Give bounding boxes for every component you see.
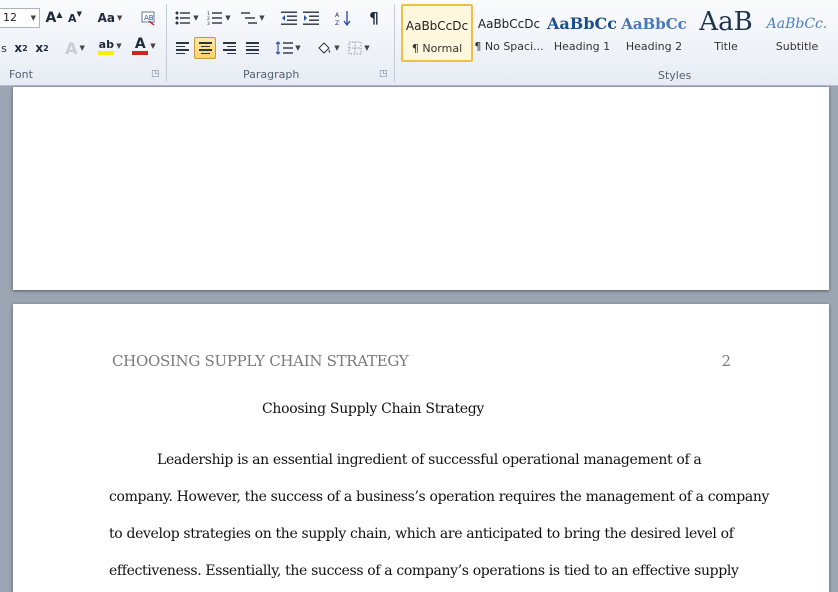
svg-text:A: A [335, 12, 340, 19]
sort-button[interactable]: A Z [333, 8, 353, 28]
multilevel-list-icon [241, 12, 258, 24]
style-sample: AaBbCc [621, 15, 687, 33]
justify-button[interactable] [242, 38, 262, 58]
font-group: 12 ▼ A ▲ A ▼ Aa ▼ AB s x2 x2 A ▼ ab ▼ A … [0, 0, 166, 84]
grow-font-button[interactable]: A ▲ [45, 8, 63, 28]
style-sample: AaBbCcDc [477, 17, 541, 31]
bullets-button[interactable]: ▼ [173, 8, 201, 28]
group-separator [394, 4, 395, 82]
text-effects-icon: A [65, 38, 78, 58]
running-head: CHOOSING SUPPLY CHAIN STRATEGY [112, 352, 409, 370]
decrease-indent-button[interactable] [279, 8, 299, 28]
align-center-button[interactable] [194, 37, 216, 59]
paragraph-line: effectiveness. Essentially, the success … [109, 563, 739, 579]
strikethrough-button[interactable]: s [0, 38, 8, 58]
bullets-icon [175, 11, 191, 25]
line-spacing-button[interactable]: ▼ [273, 38, 303, 58]
page-1-bottom[interactable] [13, 87, 829, 290]
align-left-button[interactable] [172, 38, 192, 58]
style-subtitle[interactable]: AaBbCc. Subtitle [761, 4, 833, 62]
shrink-font-icon: A [68, 11, 77, 25]
style-sample: AaBbCcDc [405, 19, 469, 33]
font-color-icon: A [132, 37, 149, 55]
subscript-button[interactable]: x2 [11, 38, 31, 58]
font-size-value: 12 [3, 11, 17, 24]
svg-text:AB: AB [144, 14, 154, 22]
superscript-icon: x [35, 41, 44, 55]
style-name: ¶ Normal [411, 42, 463, 55]
styles-gallery: AaBbCcDc ¶ Normal AaBbCcDc ¶ No Spaci...… [401, 4, 838, 64]
highlight-icon: ab [98, 38, 115, 55]
style-name: ¶ No Spaci... [474, 40, 544, 53]
clear-formatting-button[interactable]: AB [138, 8, 158, 28]
svg-text:3: 3 [207, 21, 210, 25]
style-name: Subtitle [775, 40, 819, 53]
ribbon: 12 ▼ A ▲ A ▼ Aa ▼ AB s x2 x2 A ▼ ab ▼ A … [0, 0, 838, 86]
subscript-icon: x [14, 41, 23, 55]
paragraph-line: Leadership is an essential ingredient of… [157, 452, 702, 468]
multilevel-list-button[interactable]: ▼ [239, 8, 267, 28]
document-title: Choosing Supply Chain Strategy [261, 401, 485, 417]
borders-icon [348, 41, 362, 55]
page-number: 2 [721, 352, 731, 370]
style-title[interactable]: AaB Title [690, 4, 762, 62]
align-right-button[interactable] [219, 38, 239, 58]
style-heading-2[interactable]: AaBbCc Heading 2 [618, 4, 690, 62]
style-sample: AaB [699, 7, 753, 37]
pilcrow-icon: ¶ [369, 9, 379, 27]
paragraph-dialog-launcher-icon[interactable]: ◳ [379, 69, 388, 79]
align-center-icon [198, 42, 212, 54]
borders-button[interactable]: ▼ [344, 38, 374, 58]
style-name: Heading 2 [625, 40, 683, 53]
text-effects-button[interactable]: A ▼ [62, 38, 88, 58]
paragraph-group: ▼ 1 2 3 ▼ ▼ A Z ¶ ▼ ▼ ▼ Paragraph ◳ [167, 0, 394, 84]
decrease-indent-icon [281, 11, 297, 25]
font-dialog-launcher-icon[interactable]: ◳ [151, 69, 160, 79]
style-name: Heading 1 [553, 40, 611, 53]
style-normal[interactable]: AaBbCcDc ¶ Normal [401, 4, 473, 62]
svg-text:Z: Z [335, 20, 339, 26]
chevron-down-icon: ▼ [30, 14, 36, 22]
strikethrough-icon: s [1, 41, 7, 55]
numbering-icon: 1 2 3 [207, 11, 223, 25]
grow-font-icon: A [45, 10, 57, 26]
align-left-icon [175, 42, 189, 54]
page-2[interactable]: CHOOSING SUPPLY CHAIN STRATEGY 2 Choosin… [13, 304, 829, 592]
change-case-button[interactable]: Aa ▼ [96, 8, 124, 28]
sort-icon: A Z [335, 11, 351, 26]
style-no-spacing[interactable]: AaBbCcDc ¶ No Spaci... [473, 4, 545, 62]
paint-bucket-icon [318, 42, 331, 54]
styles-group-label: Styles [658, 69, 692, 82]
font-group-label: Font [9, 68, 33, 81]
style-sample: AaBbCc [547, 14, 617, 33]
font-size-box[interactable]: 12 ▼ [0, 8, 40, 28]
style-name: Title [714, 40, 738, 53]
line-spacing-icon [275, 41, 294, 55]
paragraph-group-label: Paragraph [243, 68, 300, 81]
highlight-button[interactable]: ab ▼ [94, 36, 126, 56]
show-formatting-marks-button[interactable]: ¶ [365, 8, 383, 28]
shrink-font-button[interactable]: A ▼ [66, 8, 84, 28]
increase-indent-button[interactable] [301, 8, 321, 28]
style-heading-1[interactable]: AaBbCc Heading 1 [546, 4, 618, 62]
numbering-button[interactable]: 1 2 3 ▼ [205, 8, 233, 28]
justify-icon [245, 42, 259, 54]
style-sample: AaBbCc. [766, 16, 828, 32]
superscript-button[interactable]: x2 [32, 38, 52, 58]
paragraph-line: to develop strategies on the supply chai… [109, 526, 734, 542]
align-right-icon [222, 42, 236, 54]
change-case-icon: Aa [97, 11, 115, 25]
paragraph-line: company. However, the success of a busin… [109, 489, 770, 505]
shading-button[interactable]: ▼ [313, 38, 343, 58]
increase-indent-icon [303, 11, 319, 25]
font-color-button[interactable]: A ▼ [128, 36, 160, 56]
clear-formatting-icon: AB [141, 11, 155, 26]
